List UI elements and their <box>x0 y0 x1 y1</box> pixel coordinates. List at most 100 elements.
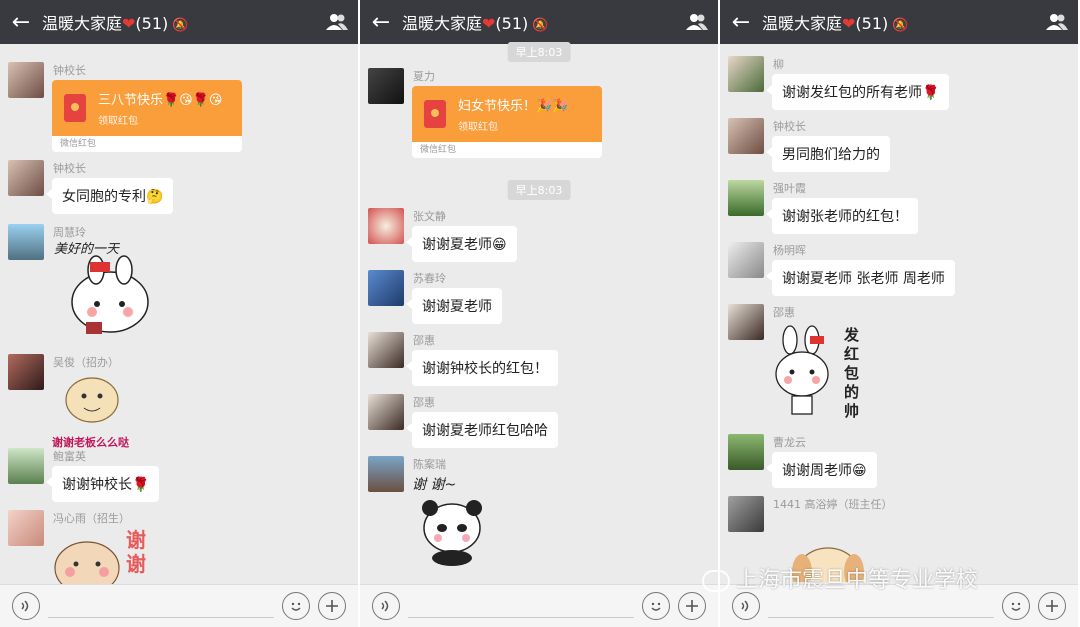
avatar[interactable] <box>8 448 44 484</box>
avatar[interactable] <box>368 394 404 430</box>
message-input[interactable] <box>48 595 274 618</box>
message-list: 钟校长 三八节快乐🌹😘🌹😘 领取红包 微信红包 钟校长 女同胞的专利🤔 周慧玲 美… <box>0 44 358 584</box>
sender-name: 吴俊（招办） <box>53 356 119 369</box>
sender-name: 邵惠 <box>773 306 795 319</box>
chat-header: ← 温暖大家庭❤(51) 🔕 <box>720 0 1078 44</box>
watermark: 上海市震旦中等专业学校 <box>702 562 978 594</box>
red-packet-subtitle: 领取红包 <box>458 122 498 133</box>
message-input[interactable] <box>408 595 634 618</box>
timestamp: 早上8:03 <box>507 42 571 62</box>
sender-name: 邵惠 <box>413 334 435 347</box>
sender-name: 钟校长 <box>53 64 86 77</box>
mute-icon: 🔕 <box>532 18 549 33</box>
timestamp: 早上8:03 <box>507 180 571 200</box>
screenshot-collage: ← 温暖大家庭❤(51) 🔕 钟校长 三八节快乐🌹😘🌹😘 领取红包 微信红包 钟校长… <box>0 0 1080 627</box>
message-bubble[interactable]: 男同胞们给力的 <box>766 136 890 172</box>
sender-name: 邵惠 <box>413 396 435 409</box>
voice-icon[interactable] <box>732 592 760 620</box>
avatar[interactable] <box>368 208 404 244</box>
voice-icon[interactable] <box>12 592 40 620</box>
plus-icon[interactable] <box>678 592 706 620</box>
message-bubble[interactable]: 谢谢钟校长🌹 <box>45 466 160 502</box>
message-bubble[interactable]: 谢谢钟校长的红包！ <box>406 350 558 386</box>
back-icon[interactable]: ← <box>360 0 402 44</box>
sender-name: 夏力 <box>413 70 435 83</box>
avatar[interactable] <box>728 180 764 216</box>
avatar[interactable] <box>8 62 44 98</box>
chat-title: 温暖大家庭❤(51) 🔕 <box>42 14 189 33</box>
message-bubble[interactable]: 谢谢周老师😁 <box>766 452 877 488</box>
mute-icon: 🔕 <box>172 18 189 33</box>
group-icon[interactable] <box>1036 0 1078 44</box>
red-envelope-icon <box>424 100 446 128</box>
avatar[interactable] <box>728 242 764 278</box>
red-packet-title: 妇女节快乐！🎉🎉 <box>458 99 569 114</box>
avatar[interactable] <box>728 434 764 470</box>
group-icon[interactable] <box>316 0 358 44</box>
chat-header: ← 温暖大家庭❤(51) 🔕 <box>360 0 718 44</box>
message-bubble[interactable]: 谢谢夏老师 <box>406 288 502 324</box>
sticker-caption: 美好的一天 <box>54 242 120 257</box>
avatar[interactable] <box>728 304 764 340</box>
chat-title: 温暖大家庭❤(51) 🔕 <box>402 14 549 33</box>
message-bubble[interactable]: 谢谢张老师的红包！ <box>766 198 918 234</box>
avatar[interactable] <box>368 68 404 104</box>
message-input[interactable] <box>768 595 994 618</box>
sender-name: 钟校长 <box>773 120 806 133</box>
avatar[interactable] <box>728 496 764 532</box>
sticker-caption: 谢 谢~ <box>412 477 457 493</box>
mute-icon: 🔕 <box>892 18 909 33</box>
red-packet-subtitle: 领取红包 <box>98 116 138 127</box>
red-packet-card[interactable]: 三八节快乐🌹😘🌹😘 领取红包 微信红包 <box>52 80 242 152</box>
voice-icon[interactable] <box>372 592 400 620</box>
red-packet-card[interactable]: 妇女节快乐！🎉🎉 领取红包 微信红包 <box>412 86 602 158</box>
avatar[interactable] <box>368 270 404 306</box>
sticker-caption: 谢谢 <box>126 528 146 576</box>
avatar[interactable] <box>8 354 44 390</box>
avatar[interactable] <box>728 56 764 92</box>
emoji-icon[interactable] <box>282 592 310 620</box>
input-bar <box>360 584 718 627</box>
input-bar <box>0 584 358 627</box>
sticker[interactable] <box>52 242 162 342</box>
sender-name: 张文静 <box>413 210 446 223</box>
chat-panel-1: ← 温暖大家庭❤(51) 🔕 钟校长 三八节快乐🌹😘🌹😘 领取红包 微信红包 钟校长… <box>0 0 360 627</box>
chat-panel-2: ← 温暖大家庭❤(51) 🔕 早上8:03 夏力 妇女节快乐！🎉🎉 领取红包 微信红… <box>360 0 720 627</box>
avatar[interactable] <box>728 118 764 154</box>
plus-icon[interactable] <box>318 592 346 620</box>
emoji-icon[interactable] <box>642 592 670 620</box>
group-icon[interactable] <box>676 0 718 44</box>
red-envelope-icon <box>64 94 86 122</box>
sticker-caption: 发红包的帅 <box>844 326 860 420</box>
message-bubble[interactable]: 谢谢发红包的所有老师🌹 <box>765 74 950 110</box>
avatar[interactable] <box>8 224 44 260</box>
avatar[interactable] <box>8 510 44 546</box>
sticker[interactable]: 谢谢老板么么哒 <box>52 372 142 449</box>
emoji-icon[interactable] <box>1002 592 1030 620</box>
chat-title: 温暖大家庭❤(51) 🔕 <box>762 14 909 33</box>
avatar[interactable] <box>368 332 404 368</box>
message-bubble[interactable]: 谢谢夏老师 张老师 周老师 <box>766 260 955 296</box>
message-bubble[interactable]: 谢谢夏老师红包哈哈 <box>406 412 558 448</box>
message-bubble[interactable]: 谢谢夏老师😁 <box>406 226 517 262</box>
message-bubble[interactable]: 女同胞的专利🤔 <box>45 178 174 214</box>
avatar[interactable] <box>8 160 44 196</box>
sticker[interactable]: 发红包的帅 <box>772 322 872 422</box>
back-icon[interactable]: ← <box>720 0 762 44</box>
sender-name: 杨明晖 <box>773 244 806 257</box>
sticker[interactable]: 谢 谢~ <box>412 474 512 570</box>
back-icon[interactable]: ← <box>0 0 42 44</box>
red-packet-footer: 微信红包 <box>420 145 457 155</box>
plus-icon[interactable] <box>1038 592 1066 620</box>
red-packet-footer: 微信红包 <box>60 139 97 149</box>
panda-sticker-icon <box>422 500 482 566</box>
sender-name: 苏春玲 <box>413 272 446 285</box>
sender-name: 1441 高浴婷（班主任） <box>773 498 893 511</box>
heart-icon: ❤ <box>122 14 136 33</box>
rabbit-sticker-icon <box>71 255 149 334</box>
sticker[interactable]: 谢谢 <box>52 528 162 584</box>
chat-header: ← 温暖大家庭❤(51) 🔕 <box>0 0 358 44</box>
sender-name: 曹龙云 <box>773 436 806 449</box>
avatar[interactable] <box>368 456 404 492</box>
sender-name: 陈案瑞 <box>413 458 446 471</box>
